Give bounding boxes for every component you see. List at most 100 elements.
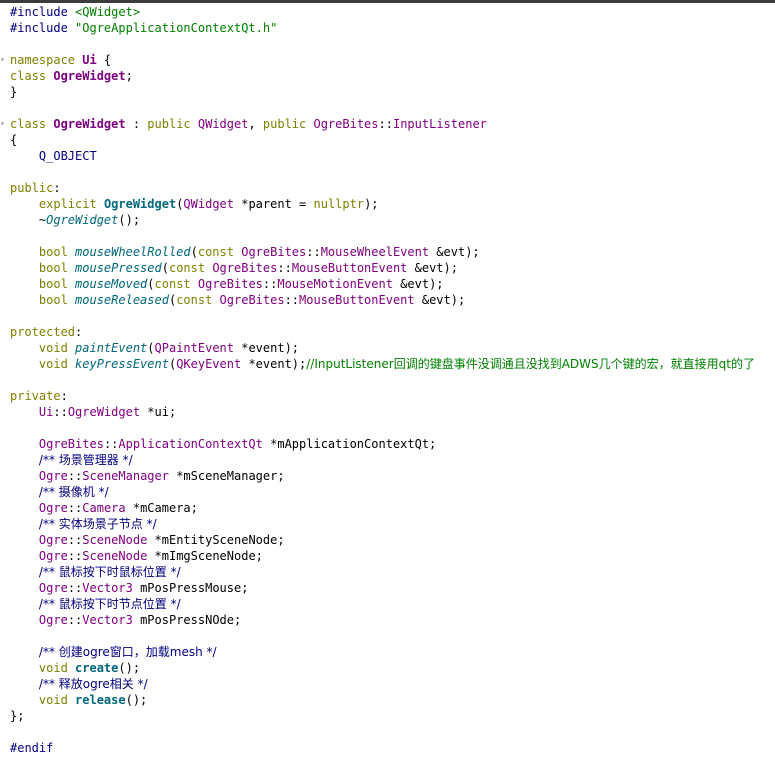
code-token: &evt); xyxy=(407,261,458,275)
code-token: Ogre xyxy=(38,469,68,483)
code-line[interactable]: /** 创建ogre窗口，加载mesh */ xyxy=(10,644,755,660)
code-line[interactable]: Ogre::Camera *mCamera; xyxy=(10,500,755,516)
code-line[interactable] xyxy=(10,308,755,324)
code-token: mousePressed xyxy=(75,261,162,275)
code-token: MouseButtonEvent xyxy=(299,293,415,307)
code-token: create xyxy=(75,661,119,675)
code-token: : xyxy=(75,325,83,339)
code-line[interactable] xyxy=(10,724,755,740)
code-line[interactable] xyxy=(10,372,755,388)
code-line[interactable]: void create(); xyxy=(10,660,755,676)
code-token: MouseMotionEvent xyxy=(277,277,393,291)
code-token: /** 场景管理器 */ xyxy=(38,453,133,467)
code-line[interactable]: bool mouseWheelRolled(const OgreBites::M… xyxy=(10,244,755,260)
code-line[interactable]: Ogre::SceneNode *mEntitySceneNode; xyxy=(10,532,755,548)
code-line[interactable]: void release(); xyxy=(10,692,755,708)
code-line[interactable]: void paintEvent(QPaintEvent *event); xyxy=(10,340,755,356)
code-line[interactable]: class OgreWidget : public QWidget, publi… xyxy=(10,116,755,132)
code-token: OgreBites xyxy=(219,293,285,307)
code-token: *mApplicationContextQt; xyxy=(262,437,437,451)
code-line[interactable]: private: xyxy=(10,388,755,404)
code-token: <QWidget> xyxy=(75,5,141,19)
code-token: bool xyxy=(38,293,76,307)
code-token: Vector3 xyxy=(82,581,133,595)
code-line[interactable]: Ogre::Vector3 mPosPressNOde; xyxy=(10,612,755,628)
code-line[interactable]: /** 摄像机 */ xyxy=(10,484,755,500)
code-token: void xyxy=(38,661,76,675)
code-token: /** 鼠标按下时节点位置 */ xyxy=(38,597,181,611)
code-line[interactable]: Ui::OgreWidget *ui; xyxy=(10,404,755,420)
code-line[interactable]: Q_OBJECT xyxy=(10,148,755,164)
code-token: :: xyxy=(53,405,68,419)
code-line[interactable]: namespace Ui { xyxy=(10,52,755,68)
code-line[interactable]: ~OgreWidget(); xyxy=(10,212,755,228)
code-line[interactable]: protected: xyxy=(10,324,755,340)
code-token: ; xyxy=(125,69,133,83)
code-line[interactable]: bool mouseReleased(const OgreBites::Mous… xyxy=(10,292,755,308)
code-line[interactable]: bool mouseMoved(const OgreBites::MouseMo… xyxy=(10,276,755,292)
code-area[interactable]: #include <QWidget> #include "OgreApplicat… xyxy=(10,4,755,772)
code-token: Ogre xyxy=(38,501,68,515)
code-token: /** 鼠标按下时鼠标位置 */ xyxy=(38,565,181,579)
code-line[interactable] xyxy=(10,164,755,180)
code-line[interactable]: OgreBites::ApplicationContextQt *mApplic… xyxy=(10,436,755,452)
code-line[interactable]: Ogre::Vector3 mPosPressMouse; xyxy=(10,580,755,596)
code-line[interactable] xyxy=(10,36,755,52)
code-token: ); xyxy=(364,197,379,211)
code-token: #include xyxy=(10,5,76,19)
code-line[interactable] xyxy=(10,628,755,644)
code-token: *mImgSceneNode; xyxy=(147,549,263,563)
code-line[interactable]: public: xyxy=(10,180,755,196)
code-line[interactable]: bool mousePressed(const OgreBites::Mouse… xyxy=(10,260,755,276)
code-token: explicit xyxy=(38,197,104,211)
fold-toggle-icon[interactable]: ▾ xyxy=(0,56,5,64)
code-line[interactable]: /** 鼠标按下时节点位置 */ xyxy=(10,596,755,612)
code-token: "OgreApplicationContextQt.h" xyxy=(75,21,278,35)
code-line[interactable]: explicit OgreWidget(QWidget *parent = nu… xyxy=(10,196,755,212)
code-line[interactable]: }; xyxy=(10,708,755,724)
code-line[interactable]: /** 场景管理器 */ xyxy=(10,452,755,468)
code-line[interactable]: Ogre::SceneManager *mSceneManager; xyxy=(10,468,755,484)
code-token: (); xyxy=(118,213,141,227)
code-token: const xyxy=(154,277,198,291)
code-token: :: xyxy=(378,117,393,131)
fold-gutter[interactable]: ▾ ▾ xyxy=(0,4,6,773)
code-line[interactable]: class OgreWidget; xyxy=(10,68,755,84)
fold-toggle-icon[interactable]: ▾ xyxy=(0,120,5,128)
code-line[interactable]: /** 实体场景子节点 */ xyxy=(10,516,755,532)
code-token: &evt); xyxy=(414,293,466,307)
code-line[interactable]: #include <QWidget> xyxy=(10,4,755,20)
code-line[interactable] xyxy=(10,756,755,772)
code-line[interactable]: #endif xyxy=(10,740,755,756)
code-line[interactable]: { xyxy=(10,132,755,148)
code-line[interactable] xyxy=(10,228,755,244)
code-line[interactable]: /** 释放ogre相关 */ xyxy=(10,676,755,692)
code-token: namespace xyxy=(10,53,83,67)
code-line[interactable]: Ogre::SceneNode *mImgSceneNode; xyxy=(10,548,755,564)
code-token: *mCamera; xyxy=(125,501,198,515)
code-line[interactable]: } xyxy=(10,84,755,100)
code-editor[interactable]: ▾ ▾ #include <QWidget> #include "OgreAppli… xyxy=(0,4,775,773)
code-token: ~ xyxy=(10,213,47,227)
code-token: }; xyxy=(10,709,25,723)
code-token: release xyxy=(75,693,126,707)
code-token: #include xyxy=(10,21,76,35)
code-line[interactable]: /** 鼠标按下时鼠标位置 */ xyxy=(10,564,755,580)
code-token: :: xyxy=(67,501,83,515)
code-line[interactable]: #include "OgreApplicationContextQt.h" xyxy=(10,20,755,36)
code-token: :: xyxy=(67,549,83,563)
code-line[interactable] xyxy=(10,420,755,436)
code-line[interactable] xyxy=(10,100,755,116)
code-line[interactable]: void keyPressEvent(QKeyEvent *event);//I… xyxy=(10,356,755,372)
code-token: //InputListener回调的键盘事件没调通且没找到ADWS几个键的宏，就… xyxy=(306,357,755,371)
code-token: InputListener xyxy=(392,117,487,131)
code-token: ( xyxy=(161,261,169,275)
code-token: Ogre xyxy=(38,549,68,563)
